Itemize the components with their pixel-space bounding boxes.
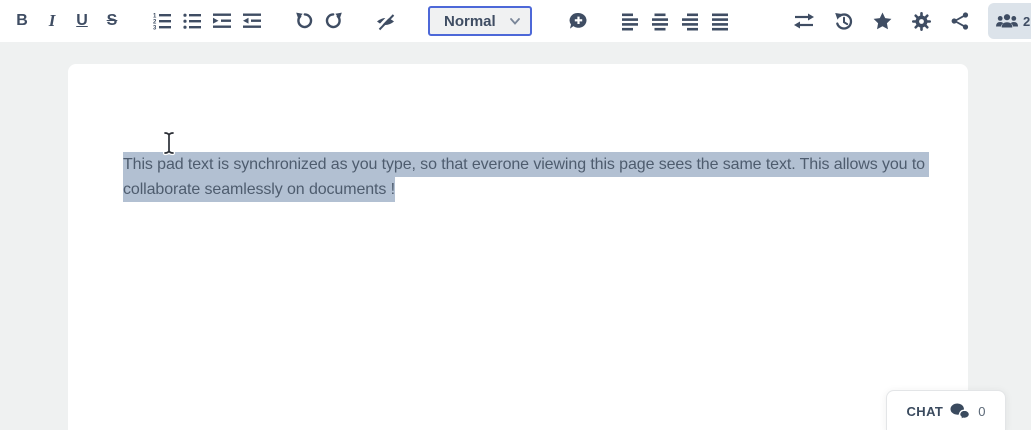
align-justify-icon [712, 13, 728, 31]
chat-count: 0 [978, 404, 986, 419]
settings-button[interactable] [906, 0, 936, 42]
star-icon [873, 12, 891, 29]
import-export-icon [794, 13, 814, 29]
strikethrough-icon: S [106, 12, 118, 29]
users-count: 2 [1023, 13, 1031, 29]
align-right-icon [682, 13, 698, 31]
users-button[interactable]: 2 [988, 3, 1031, 39]
align-left-button[interactable] [615, 0, 645, 42]
indent-button[interactable] [207, 0, 237, 42]
svg-text:3: 3 [153, 26, 157, 32]
gear-icon [911, 11, 931, 31]
hide-authorship-colors-button[interactable] [370, 0, 400, 42]
add-comment-button[interactable] [563, 0, 593, 42]
align-justify-button[interactable] [705, 0, 735, 42]
import-export-button[interactable] [789, 0, 819, 42]
editor-line: This pad text is synchronized as you typ… [123, 152, 930, 177]
pad-tools-group [789, 0, 975, 42]
share-icon [951, 12, 969, 30]
editor-area[interactable]: This pad text is synchronized as you typ… [123, 152, 930, 202]
italic-button[interactable]: I [37, 0, 67, 42]
eye-slash-icon [376, 12, 394, 30]
selected-text[interactable]: This pad text is synchronized as you typ… [123, 152, 930, 177]
editor-line: collaborate seamlessly on documents ! [123, 177, 923, 202]
undo-icon [296, 12, 313, 29]
align-right-button[interactable] [675, 0, 705, 42]
chat-bubbles-icon [950, 403, 971, 420]
paragraph-style-select[interactable]: Normal [428, 6, 532, 36]
chat-label: CHAT [906, 404, 944, 419]
history-button[interactable] [828, 0, 858, 42]
ordered-list-icon: 1 2 3 [153, 14, 171, 32]
italic-icon: I [48, 11, 56, 30]
chevron-down-icon [510, 17, 520, 25]
unordered-list-icon [183, 13, 201, 29]
outdent-icon [243, 13, 261, 28]
share-button[interactable] [945, 0, 975, 42]
redo-icon [325, 12, 342, 29]
selected-text[interactable]: collaborate seamlessly on documents ! [123, 177, 395, 202]
align-center-button[interactable] [645, 0, 675, 42]
comment-group [563, 0, 593, 42]
align-left-icon [622, 13, 638, 31]
users-icon [996, 14, 1018, 28]
undo-redo-group [289, 0, 349, 42]
outdent-button[interactable] [237, 0, 267, 42]
chat-toggle[interactable]: CHAT 0 [886, 390, 1006, 430]
list-group: 1 2 3 [147, 0, 267, 42]
indent-icon [213, 13, 231, 28]
format-group: B I U S [7, 0, 127, 42]
paragraph-style-value: Normal [444, 12, 496, 30]
underline-button[interactable]: U [67, 0, 97, 42]
bold-button[interactable]: B [7, 0, 37, 42]
editor-workspace: This pad text is synchronized as you typ… [0, 42, 1031, 430]
align-group [615, 0, 735, 42]
comment-plus-icon [569, 12, 587, 29]
redo-button[interactable] [319, 0, 349, 42]
align-center-icon [652, 13, 668, 31]
history-icon [834, 12, 852, 30]
strikethrough-button[interactable]: S [97, 0, 127, 42]
star-button[interactable] [867, 0, 897, 42]
ordered-list-button[interactable]: 1 2 3 [147, 0, 177, 42]
editor-toolbar: B I U S 1 2 3 Normal 2 [0, 0, 1031, 42]
unordered-list-button[interactable] [177, 0, 207, 42]
bold-icon: B [16, 12, 28, 29]
undo-button[interactable] [289, 0, 319, 42]
authorship-group [370, 0, 400, 42]
underline-icon: U [76, 12, 88, 29]
editor-page[interactable]: This pad text is synchronized as you typ… [68, 64, 968, 430]
